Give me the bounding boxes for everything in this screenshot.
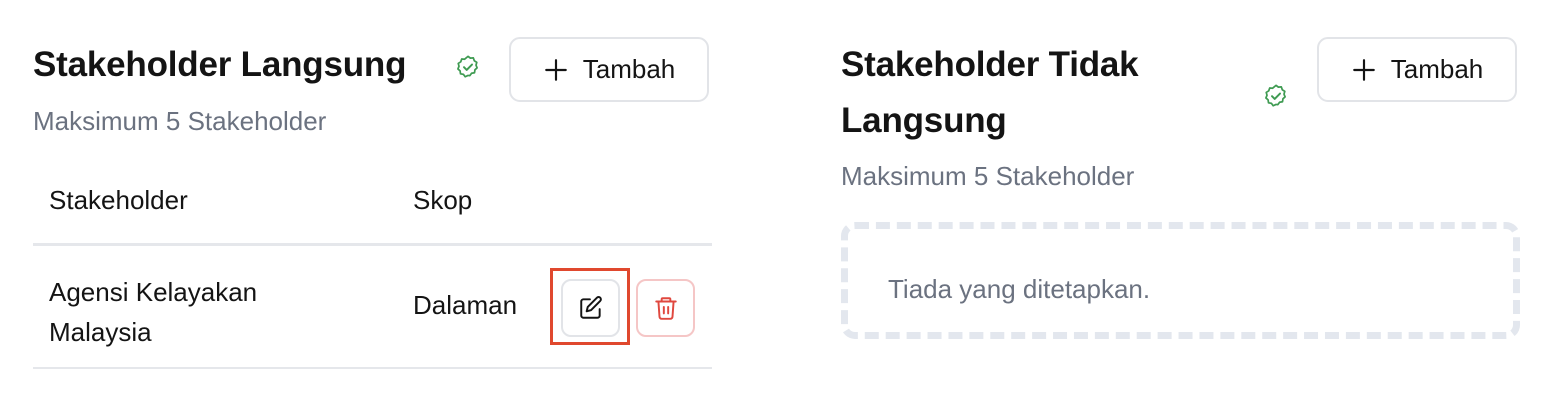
direct-add-button[interactable]: Tambah bbox=[509, 37, 709, 102]
empty-state-text: Tiada yang ditetapkan. bbox=[888, 274, 1151, 304]
indirect-title-line2: Langsung bbox=[841, 101, 1007, 140]
trash-icon bbox=[654, 297, 677, 320]
delete-button[interactable] bbox=[636, 279, 695, 337]
table-header-divider bbox=[33, 243, 712, 246]
plus-icon bbox=[544, 58, 567, 81]
table-row-divider bbox=[33, 367, 712, 369]
column-header-stakeholder: Stakeholder bbox=[49, 185, 188, 215]
direct-add-label: Tambah bbox=[582, 54, 676, 84]
edit-button[interactable] bbox=[561, 279, 620, 337]
cell-stakeholder: Agensi Kelayakan Malaysia bbox=[49, 277, 258, 347]
empty-state-box: Tiada yang ditetapkan. bbox=[841, 222, 1520, 339]
cell-scope: Dalaman bbox=[413, 290, 518, 320]
direct-subtitle: Maksimum 5 Stakeholder bbox=[33, 106, 327, 136]
plus-icon bbox=[1352, 58, 1375, 81]
column-header-skop: Skop bbox=[413, 185, 473, 215]
indirect-add-label: Tambah bbox=[1390, 54, 1484, 84]
check-badge-icon bbox=[1265, 84, 1286, 107]
edit-icon bbox=[579, 296, 602, 319]
indirect-title-line1: Stakeholder Tidak bbox=[841, 45, 1139, 84]
check-badge-icon bbox=[457, 55, 478, 78]
indirect-add-button[interactable]: Tambah bbox=[1317, 37, 1517, 102]
direct-title: Stakeholder Langsung bbox=[33, 45, 407, 84]
indirect-subtitle: Maksimum 5 Stakeholder bbox=[841, 161, 1135, 191]
